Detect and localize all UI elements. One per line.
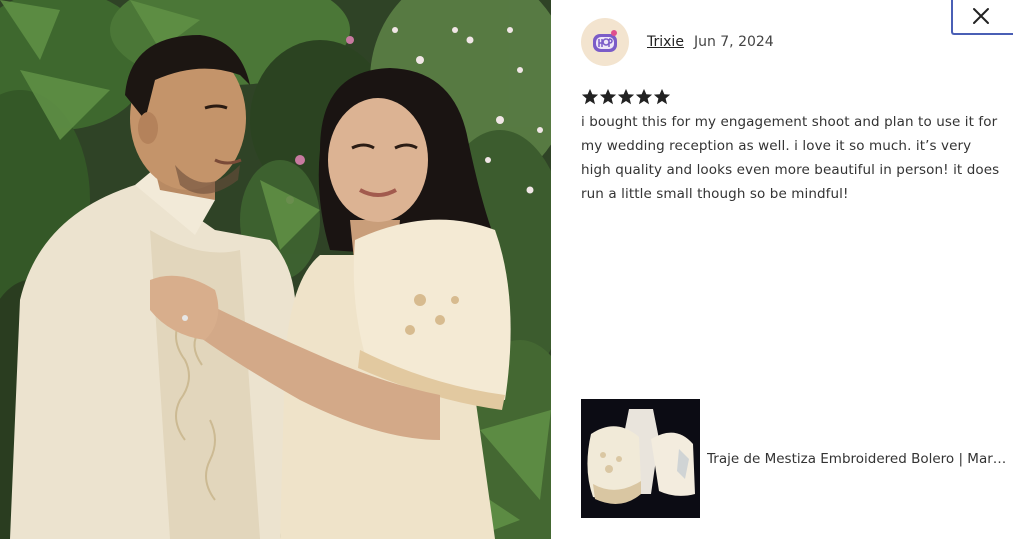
avatar [581, 18, 629, 66]
product-link[interactable]: Traje de Mestiza Embroidered Bolero | Ma… [581, 399, 1007, 518]
review-photo [0, 0, 551, 539]
reviewer-info: Trixie Jun 7, 2024 [581, 18, 774, 66]
avatar-icon [593, 30, 617, 52]
product-title[interactable]: Traje de Mestiza Embroidered Bolero | Ma… [707, 451, 1007, 467]
star-rating [581, 88, 671, 106]
product-thumbnail[interactable] [581, 399, 700, 518]
product-thumbnail-image [581, 399, 700, 518]
star-icon [617, 88, 635, 105]
review-date: Jun 7, 2024 [693, 34, 774, 50]
star-icon [581, 88, 599, 105]
star-icon [653, 88, 671, 105]
review-photo-modal: Trixie Jun 7, 2024 i bought this for my … [0, 0, 1013, 539]
review-text: i bought this for my engagement shoot an… [581, 114, 1000, 202]
review-panel: Trixie Jun 7, 2024 i bought this for my … [581, 0, 1007, 539]
star-icon [635, 88, 653, 105]
star-icon [599, 88, 617, 105]
reviewer-name-link[interactable]: Trixie [647, 34, 684, 50]
